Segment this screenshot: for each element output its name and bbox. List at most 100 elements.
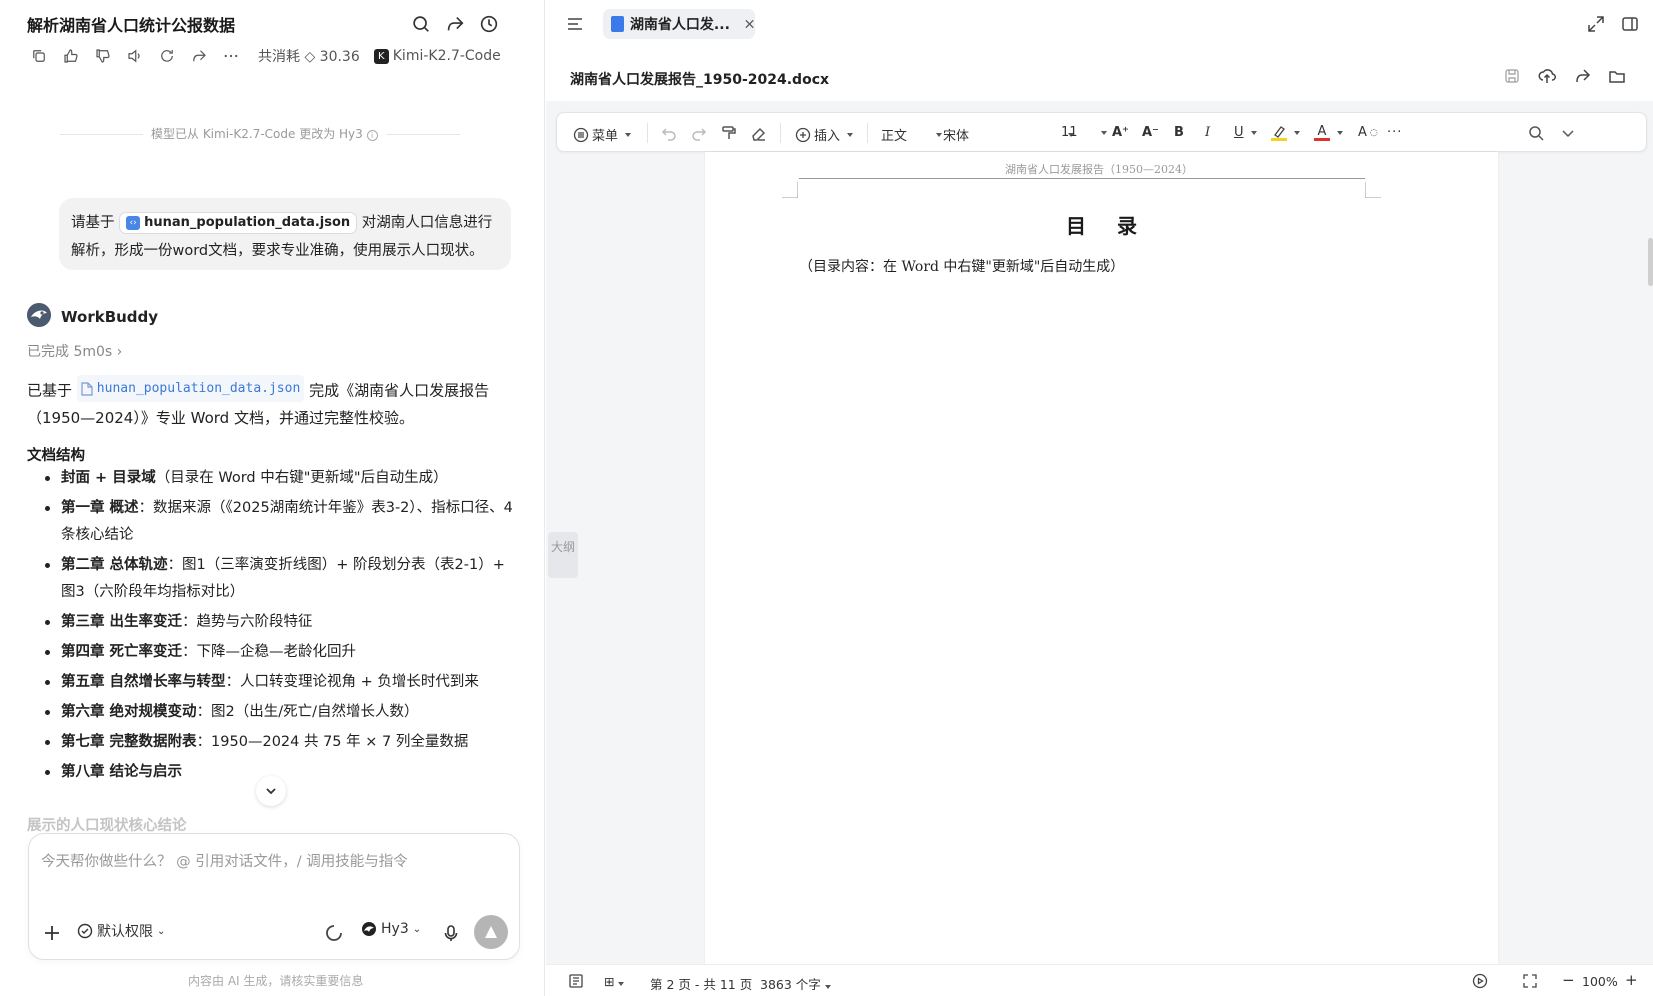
search-icon[interactable] [410,13,432,35]
document-page[interactable]: 湖南省人口发展报告（1950—2024） 目 录 （目录内容：在 Word 中右… [705,152,1498,964]
save-icon[interactable] [1503,67,1521,85]
upload-icon[interactable] [1538,67,1556,85]
more-icon[interactable]: ··· [1387,125,1402,140]
microphone-icon[interactable] [442,924,460,942]
info-icon[interactable]: i [366,130,378,141]
structure-item: 封面 + 目录域（目录在 Word 中右键"更新域"后自动生成） [45,465,515,492]
chevron-down-icon[interactable] [1559,124,1577,142]
structure-item-text: ：人口转变理论视角 + 负增长时代到来 [225,674,479,690]
word-doc-icon [611,16,624,32]
forward-icon[interactable] [190,47,208,65]
font-size-select[interactable]: 11 [1061,125,1107,140]
sidebar-toggle-icon[interactable] [566,15,584,33]
document-outline-icon[interactable] [568,973,584,989]
share-icon[interactable] [1573,67,1591,85]
scrollbar[interactable] [1648,238,1653,286]
plus-icon[interactable] [43,924,61,942]
ai-disclaimer: 内容由 AI 生成，请核实重要信息 [188,974,364,988]
toolbar-separator [780,123,781,143]
structure-item-text: ：1950—2024 共 75 年 × 7 列全量数据 [196,734,469,750]
loading-spinner-icon [326,925,342,941]
folder-icon[interactable] [1608,67,1626,85]
close-icon[interactable] [744,18,755,30]
hy-model-icon [362,922,376,936]
chat-title: 解析湖南省人口统计公报数据 [27,16,236,35]
message-actions: 共消耗 ◇ 30.36 K Kimi-K2.7-Code [30,46,501,66]
margin-corner-marker [1365,182,1381,198]
word-count[interactable]: 3863 个字 [760,974,831,993]
insert-button[interactable]: 插入 [795,125,854,144]
tab-title: 湖南省人口发... [629,17,730,33]
send-button[interactable] [474,915,508,949]
menu-icon [573,127,589,142]
structure-item: 第四章 死亡率变迁：下降—企稳—老龄化回升 [45,639,515,666]
zoom-out-button[interactable]: − [1562,971,1575,989]
tab-document[interactable]: 湖南省人口发... [603,9,755,39]
expand-icon[interactable] [1587,15,1605,33]
zoom-in-button[interactable]: + [1625,971,1638,989]
toolbar-separator [867,123,868,143]
page-layout-button[interactable]: ⊞ [604,974,625,989]
document-pane: 湖南省人口发... 湖南省人口发展报告_1950-2024.docx 菜单 插入… [546,0,1653,996]
toolbar-separator [647,123,648,143]
play-icon[interactable] [1472,973,1488,989]
usage-text: 共消耗 ◇ 30.36 [258,49,360,65]
user-message-prefix: 请基于 [71,215,115,231]
structure-item-title: 第七章 完整数据附表 [61,734,197,750]
scroll-down-button[interactable] [256,776,286,806]
speaker-icon[interactable] [126,47,144,65]
page-count: 第 2 页 - 共 11 页 [650,977,753,992]
assistant-name: WorkBuddy [61,308,159,326]
fit-screen-icon[interactable] [1522,973,1538,989]
font-family-select[interactable]: 宋体 [943,125,1075,144]
composer-input[interactable]: 今天帮你做些什么？ @ 引用对话文件，/ 调用技能与指令 [41,850,408,871]
plus-circle-icon [795,127,811,142]
structure-item: 第二章 总体轨迹：图1（三率演变折线图）+ 阶段划分表（表2-1）+ 图3（六阶… [45,552,515,606]
structure-item-title: 第四章 死亡率变迁 [61,644,183,660]
check-circle-icon [77,923,93,939]
structure-item-title: 第五章 自然增长率与转型 [61,674,226,690]
thumbs-down-icon[interactable] [94,47,112,65]
status-bar: ⊞ 第 2 页 - 共 11 页 3863 个字 − 100% + [546,964,1653,996]
eraser-icon[interactable] [750,124,768,142]
file-chip[interactable]: ‹› hunan_population_data.json [119,212,358,234]
bold-icon[interactable]: B [1174,125,1184,140]
header-rule [799,178,1365,179]
structure-item: 第七章 完整数据附表：1950—2024 共 75 年 × 7 列全量数据 [45,729,515,756]
structure-item-text: （目录在 Word 中右键"更新域"后自动生成） [155,470,448,486]
history-icon[interactable] [478,13,500,35]
panel-layout-icon[interactable] [1621,15,1639,33]
running-header: 湖南省人口发展报告（1950—2024） [1005,163,1193,176]
zoom-level: 100% [1582,974,1618,989]
text-effect-icon[interactable]: A ◌ [1358,125,1378,140]
paragraph-style-select[interactable]: 正文 [881,125,943,144]
outline-toggle[interactable]: 大纲 [548,532,578,578]
regenerate-icon[interactable] [158,47,176,65]
italic-icon[interactable]: I [1205,125,1210,140]
menu-button[interactable]: 菜单 [573,125,632,144]
task-status[interactable]: 已完成 5m0s › [27,341,122,361]
copy-icon[interactable] [30,47,48,65]
undo-icon[interactable] [660,124,678,142]
send-arrow-icon [485,926,497,938]
thumbs-up-icon[interactable] [62,47,80,65]
chevron-down-icon: ⌄ [157,925,166,937]
share-icon[interactable] [444,13,466,35]
file-link[interactable]: hunan_population_data.json [76,375,305,402]
highlight-color-button[interactable] [1271,125,1300,141]
format-painter-icon[interactable] [720,124,738,142]
kimi-logo-icon: K [373,48,389,64]
search-icon[interactable] [1527,124,1545,142]
decrease-font-icon[interactable]: A⁻ [1142,125,1159,140]
redo-icon[interactable] [690,124,708,142]
font-color-button[interactable]: A [1314,125,1343,141]
underline-icon[interactable]: U [1234,125,1257,140]
more-icon[interactable] [222,47,240,65]
permission-selector[interactable]: 默认权限 ⌄ [77,921,165,941]
document-filename: 湖南省人口发展报告_1950-2024.docx [570,72,830,88]
assistant-intro: 已基于 hunan_population_data.json 完成《湖南省人口发… [27,375,517,432]
structure-item-text: ：图2（出生/死亡/自然增长人数） [196,704,419,720]
structure-item-text: ：趋势与六阶段特征 [182,614,313,630]
increase-font-icon[interactable]: A⁺ [1112,125,1129,140]
model-selector[interactable]: Hy3 ⌄ [361,921,421,937]
